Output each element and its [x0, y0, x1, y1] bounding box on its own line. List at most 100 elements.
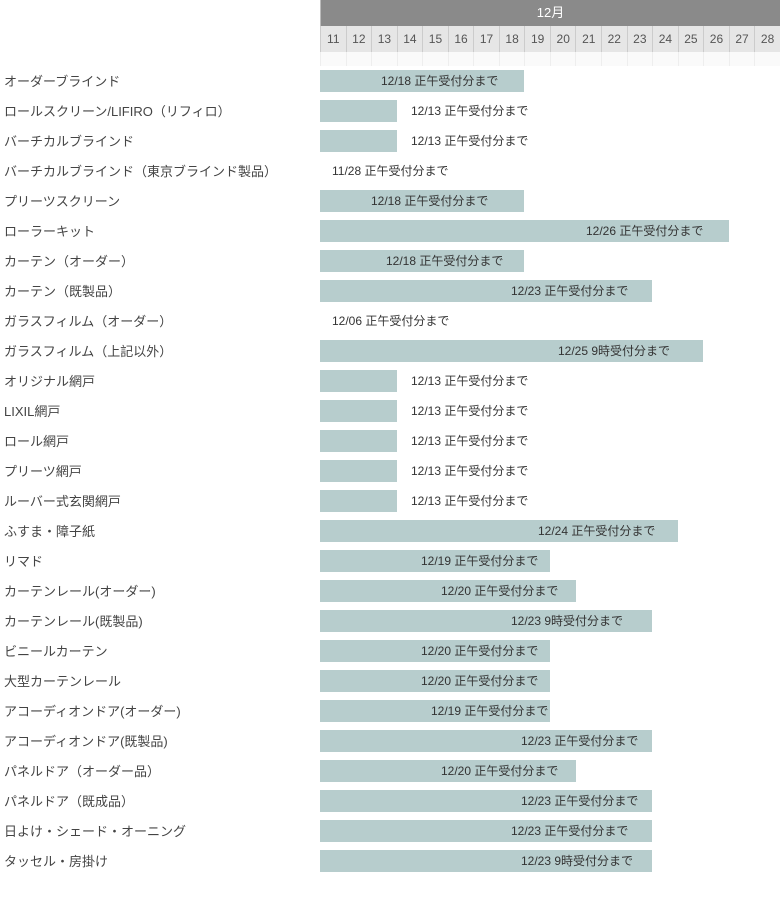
row-label: リマド: [0, 551, 320, 570]
bar-label: 12/13 正午受付分まで: [405, 132, 528, 149]
bar-label: 12/23 9時受付分まで: [515, 852, 633, 869]
spacer-label: [0, 52, 320, 66]
spacer-day-cell: [550, 52, 576, 66]
day-header-cell: 11: [320, 26, 346, 52]
bar-area: 12/23 9時受付分まで: [320, 850, 780, 872]
spacer-day-cell: [678, 52, 704, 66]
row-label: オリジナル網戸: [0, 371, 320, 390]
bar-area: 12/26 正午受付分まで: [320, 220, 780, 242]
row-label: ルーバー式玄関網戸: [0, 491, 320, 510]
day-header-cell: 12: [346, 26, 372, 52]
bar-area: 12/20 正午受付分まで: [320, 580, 780, 602]
bar-area: 12/13 正午受付分まで: [320, 490, 780, 512]
spacer-day-cell: [397, 52, 423, 66]
row-label: バーチカルブラインド: [0, 131, 320, 150]
row-label: アコーディオンドア(既製品): [0, 731, 320, 750]
spacer-row: [0, 52, 780, 66]
spacer-day-cell: [729, 52, 755, 66]
row-label: アコーディオンドア(オーダー): [0, 701, 320, 720]
data-row: プリーツスクリーン12/18 正午受付分まで: [0, 186, 780, 216]
gantt-bar: [320, 490, 397, 512]
bar-area: 12/13 正午受付分まで: [320, 430, 780, 452]
day-header-cell: 15: [422, 26, 448, 52]
bar-area: 12/18 正午受付分まで: [320, 250, 780, 272]
header-month-area: 12月: [320, 0, 780, 26]
bar-label: 12/26 正午受付分まで: [580, 222, 703, 239]
row-label: カーテンレール(既製品): [0, 611, 320, 630]
spacer-day-cell: [371, 52, 397, 66]
spacer-day-cell: [320, 52, 346, 66]
month-header: 12月: [320, 0, 780, 26]
bar-area: 12/13 正午受付分まで: [320, 400, 780, 422]
day-header-cell: 19: [524, 26, 550, 52]
bar-label: 12/13 正午受付分まで: [405, 102, 528, 119]
bar-label: 12/18 正午受付分まで: [380, 252, 503, 269]
bar-area: 12/24 正午受付分まで: [320, 520, 780, 542]
data-row: ロールスクリーン/LIFIRO（リフィロ）12/13 正午受付分まで: [0, 96, 780, 126]
data-row: ビニールカーテン 12/20 正午受付分まで: [0, 636, 780, 666]
bar-label: 12/20 正午受付分まで: [435, 582, 558, 599]
data-row: 日よけ・シェード・オーニング12/23 正午受付分まで: [0, 816, 780, 846]
bar-label: 11/28 正午受付分まで: [326, 162, 448, 179]
day-header-cell: 23: [627, 26, 653, 52]
bar-label: 12/20 正午受付分まで: [415, 672, 538, 689]
bar-label: 12/18 正午受付分まで: [365, 192, 488, 209]
data-row: リマド 12/19 正午受付分まで: [0, 546, 780, 576]
day-header-cell: 24: [652, 26, 678, 52]
day-header-cell: 26: [703, 26, 729, 52]
row-label: カーテンレール(オーダー): [0, 581, 320, 600]
data-row: バーチカルブラインド 12/13 正午受付分まで: [0, 126, 780, 156]
data-row: アコーディオンドア(オーダー) 12/19 正午受付分まで: [0, 696, 780, 726]
row-label: ビニールカーテン: [0, 641, 320, 660]
data-row: カーテンレール(オーダー) 12/20 正午受付分まで: [0, 576, 780, 606]
bar-area: 12/23 正午受付分まで: [320, 730, 780, 752]
spacer-day-cell: [627, 52, 653, 66]
spacer-day-cell: [652, 52, 678, 66]
bar-label: 12/13 正午受付分まで: [405, 372, 528, 389]
day-header-cell: 21: [575, 26, 601, 52]
spacer-day-cell: [601, 52, 627, 66]
bar-label: 12/23 9時受付分まで: [505, 612, 623, 629]
row-label: タッセル・房掛け: [0, 851, 320, 870]
bar-label: 12/23 正午受付分まで: [505, 282, 628, 299]
bar-area: 11/28 正午受付分まで: [320, 160, 780, 182]
day-header: 111213141516171819202122232425262728: [320, 26, 780, 52]
bar-label: 12/19 正午受付分まで: [425, 702, 548, 719]
spacer-day-cell: [448, 52, 474, 66]
row-label: カーテン（既製品）: [0, 281, 320, 300]
bar-label: 12/13 正午受付分まで: [405, 432, 528, 449]
bar-area: 12/20 正午受付分まで: [320, 760, 780, 782]
bar-area: 12/13 正午受付分まで: [320, 460, 780, 482]
spacer-day-cell: [754, 52, 780, 66]
bar-area: 12/23 正午受付分まで: [320, 280, 780, 302]
day-header-cell: 25: [678, 26, 704, 52]
bar-label: 12/20 正午受付分まで: [415, 642, 538, 659]
data-row: ガラスフィルム（上記以外）12/25 9時受付分まで: [0, 336, 780, 366]
data-rows: オーダーブラインド12/18 正午受付分までロールスクリーン/LIFIRO（リフ…: [0, 66, 780, 876]
data-row: タッセル・房掛け 12/23 9時受付分まで: [0, 846, 780, 876]
data-row: カーテン（オーダー）12/18 正午受付分まで: [0, 246, 780, 276]
bar-label: 12/13 正午受付分まで: [405, 462, 528, 479]
bar-area: 12/23 9時受付分まで: [320, 610, 780, 632]
spacer-days: [320, 52, 780, 66]
header-month-row: 12月: [0, 0, 780, 26]
data-row: ローラーキット 12/26 正午受付分まで: [0, 216, 780, 246]
data-row: カーテンレール(既製品) 12/23 9時受付分まで: [0, 606, 780, 636]
spacer-day-cell: [346, 52, 372, 66]
bar-label: 12/13 正午受付分まで: [405, 402, 528, 419]
bar-area: 12/19 正午受付分まで: [320, 550, 780, 572]
bar-label: 12/19 正午受付分まで: [415, 552, 538, 569]
data-row: ルーバー式玄関網戸12/13 正午受付分まで: [0, 486, 780, 516]
bar-area: 12/18 正午受付分まで: [320, 70, 780, 92]
row-label: パネルドア（オーダー品）: [0, 761, 320, 780]
day-header-cell: 22: [601, 26, 627, 52]
header-day-row: 111213141516171819202122232425262728: [0, 26, 780, 52]
bar-label: 12/20 正午受付分まで: [435, 762, 558, 779]
bar-label: 12/23 正午受付分まで: [505, 822, 628, 839]
row-label: ローラーキット: [0, 221, 320, 240]
gantt-bar: [320, 130, 397, 152]
spacer-day-cell: [575, 52, 601, 66]
data-row: ガラスフィルム（オーダー）12/06 正午受付分まで: [0, 306, 780, 336]
data-row: カーテン（既製品） 12/23 正午受付分まで: [0, 276, 780, 306]
bar-area: 12/13 正午受付分まで: [320, 100, 780, 122]
